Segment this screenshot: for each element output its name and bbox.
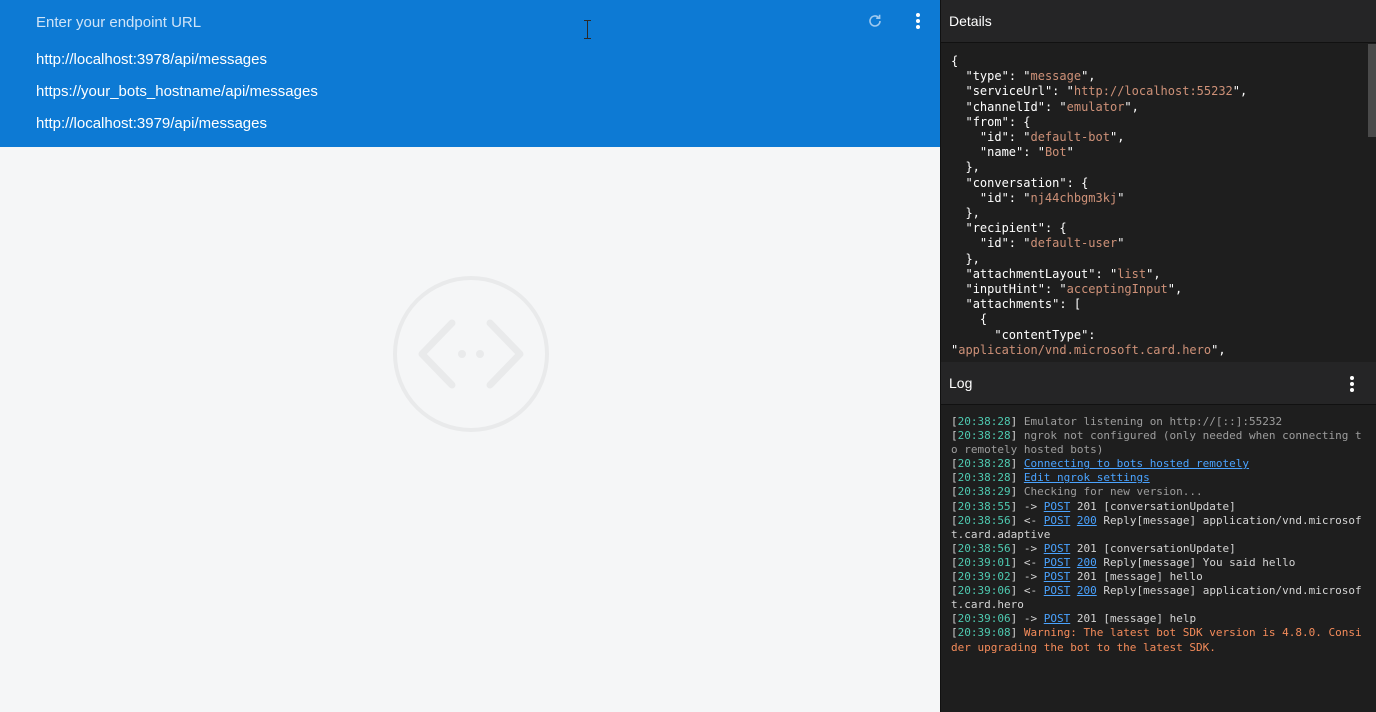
log-timestamp: [20:38:56] xyxy=(951,513,1024,527)
log-link[interactable]: 200 xyxy=(1077,556,1097,569)
json-line: "attachments": [ xyxy=(951,297,1082,312)
log-entry: [20:39:06] <- POST 200 Reply[message] ap… xyxy=(951,584,1362,612)
more-vertical-icon xyxy=(916,13,920,29)
log-entry: [20:38:55] -> POST 201 [conversationUpda… xyxy=(951,499,1236,513)
details-json-panel[interactable]: { "type": "message", "serviceUrl": "http… xyxy=(941,44,1376,361)
log-link[interactable]: Connecting to bots hosted remotely xyxy=(1024,457,1249,470)
log-list: [20:38:28] Emulator listening on http://… xyxy=(941,406,1376,655)
log-timestamp: [20:39:08] xyxy=(951,626,1024,640)
json-line: "contentType": xyxy=(951,327,1096,342)
details-panel-header: Details xyxy=(941,0,1376,43)
json-line: }, xyxy=(951,160,980,175)
json-line: "channelId": "emulator", xyxy=(951,99,1139,114)
json-line: "inputHint": "acceptingInput", xyxy=(951,282,1183,297)
log-more-options-button[interactable] xyxy=(1341,373,1363,395)
log-entry: [20:39:06] -> POST 201 [message] help xyxy=(951,612,1197,626)
json-line: "conversation": { xyxy=(951,175,1089,190)
more-vertical-icon xyxy=(1350,376,1354,392)
endpoint-suggestion[interactable]: http://localhost:3978/api/messages xyxy=(36,51,267,68)
details-scrollbar[interactable] xyxy=(1368,44,1376,137)
log-timestamp: [20:38:55] xyxy=(951,499,1024,513)
json-line: "id": "default-bot", xyxy=(951,130,1125,145)
log-timestamp: [20:39:01] xyxy=(951,555,1024,569)
json-line: "from": { xyxy=(951,114,1031,129)
endpoint-suggestion[interactable]: https://your_bots_hostname/api/messages xyxy=(36,83,318,100)
json-line: { xyxy=(951,312,988,327)
log-entry: [20:38:56] -> POST 201 [conversationUpda… xyxy=(951,541,1236,555)
details-title: Details xyxy=(949,13,992,29)
json-line: }, xyxy=(951,251,980,266)
log-entry: [20:38:56] <- POST 200 Reply[message] ap… xyxy=(951,513,1362,541)
json-line: "recipient": { xyxy=(951,221,1067,236)
json-line: "id": "default-user" xyxy=(951,236,1125,251)
log-link[interactable]: POST xyxy=(1044,584,1071,597)
log-link[interactable]: POST xyxy=(1044,514,1071,527)
log-link[interactable]: POST xyxy=(1044,570,1071,583)
json-line: "application/vnd.microsoft.card.hero", xyxy=(951,342,1226,357)
log-entry: [20:38:28] Emulator listening on http://… xyxy=(951,415,1283,428)
log-link[interactable]: 200 xyxy=(1077,514,1097,527)
endpoint-suggestion[interactable]: http://localhost:3979/api/messages xyxy=(36,115,267,132)
log-link[interactable]: POST xyxy=(1044,612,1071,625)
log-entry: [20:39:02] -> POST 201 [message] hello xyxy=(951,570,1203,584)
log-timestamp: [20:39:06] xyxy=(951,584,1024,598)
more-options-button[interactable] xyxy=(907,10,929,32)
log-panel-header: Log xyxy=(941,362,1376,405)
json-line: "serviceUrl": "http://localhost:55232", xyxy=(951,84,1248,99)
refresh-button[interactable] xyxy=(864,10,886,32)
log-entry: [20:39:08] Warning: The latest bot SDK v… xyxy=(951,626,1362,654)
log-link[interactable]: POST xyxy=(1044,500,1071,513)
log-timestamp: [20:38:28] xyxy=(951,457,1024,471)
refresh-icon xyxy=(869,14,881,27)
json-line: "id": "nj44chbgm3kj" xyxy=(951,190,1125,205)
endpoint-url-input[interactable] xyxy=(36,10,576,34)
json-line: { xyxy=(951,54,959,68)
endpoint-url-dropdown: http://localhost:3978/api/messages https… xyxy=(0,0,940,147)
text-cursor-icon xyxy=(583,20,592,40)
log-link[interactable]: Edit ngrok settings xyxy=(1024,471,1150,484)
json-line: }, xyxy=(951,206,980,221)
log-entry: [20:38:29] Checking for new version... xyxy=(951,485,1203,499)
inspector-pane: Details { "type": "message", "serviceUrl… xyxy=(940,0,1376,712)
log-timestamp: [20:38:56] xyxy=(951,541,1024,555)
json-line: "name": "Bot" xyxy=(951,145,1074,160)
log-entry: [20:38:28] ngrok not configured (only ne… xyxy=(951,429,1362,457)
log-panel[interactable]: [20:38:28] Emulator listening on http://… xyxy=(941,406,1376,712)
bot-emulator-emblem-icon xyxy=(393,276,549,432)
log-timestamp: [20:39:02] xyxy=(951,570,1024,584)
log-link[interactable]: POST xyxy=(1044,556,1071,569)
log-timestamp: [20:39:06] xyxy=(951,612,1024,626)
log-timestamp: [20:38:29] xyxy=(951,485,1024,499)
log-link[interactable]: POST xyxy=(1044,542,1071,555)
json-viewer: { "type": "message", "serviceUrl": "http… xyxy=(941,44,1376,358)
log-timestamp: [20:38:28] xyxy=(951,415,1024,428)
log-link[interactable]: 200 xyxy=(1077,584,1097,597)
json-line: "type": "message", xyxy=(951,69,1096,84)
log-entry: [20:38:28] Edit ngrok settings xyxy=(951,471,1367,485)
log-timestamp: [20:38:28] xyxy=(951,429,1024,443)
json-line: "attachmentLayout": "list", xyxy=(951,266,1161,281)
log-entry: [20:39:01] <- POST 200 Reply[message] Yo… xyxy=(951,555,1296,569)
log-title: Log xyxy=(949,375,973,391)
log-timestamp: [20:38:28] xyxy=(951,471,1024,485)
main-pane: http://localhost:3978/api/messages https… xyxy=(0,0,940,712)
log-entry: [20:38:28] Connecting to bots hosted rem… xyxy=(951,457,1367,471)
